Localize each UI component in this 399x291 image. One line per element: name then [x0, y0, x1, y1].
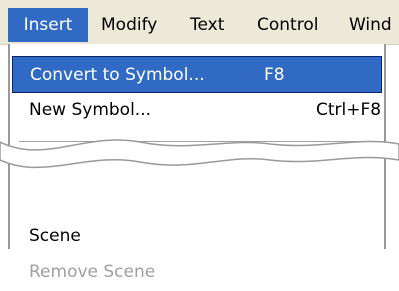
menu-item-convert-to-symbol[interactable]: Convert to Symbol... F8	[12, 56, 382, 93]
menu-modify[interactable]: Modify	[101, 8, 157, 42]
menu-item-scene[interactable]: Scene	[12, 218, 382, 255]
menu-item-label: New Symbol...	[29, 100, 152, 120]
menu-insert[interactable]: Insert	[8, 8, 88, 42]
menu-item-label: Scene	[29, 226, 81, 246]
menu-text[interactable]: Text	[190, 8, 224, 42]
menu-item-remove-scene: Remove Scene	[12, 254, 382, 291]
menu-control[interactable]: Control	[257, 8, 318, 42]
menu-item-shortcut: Ctrl+F8	[316, 100, 382, 120]
torn-edge-divider	[0, 139, 399, 169]
menu-item-shortcut: F8	[264, 65, 285, 85]
torn-edge-band	[0, 139, 399, 169]
menu-item-label: Remove Scene	[29, 262, 156, 282]
menu-bar: Insert Modify Text Control Wind	[0, 0, 399, 45]
menu-item-new-symbol[interactable]: New Symbol... Ctrl+F8	[12, 92, 382, 129]
menu-window[interactable]: Wind	[349, 8, 392, 42]
menu-item-label: Convert to Symbol...	[30, 65, 205, 85]
